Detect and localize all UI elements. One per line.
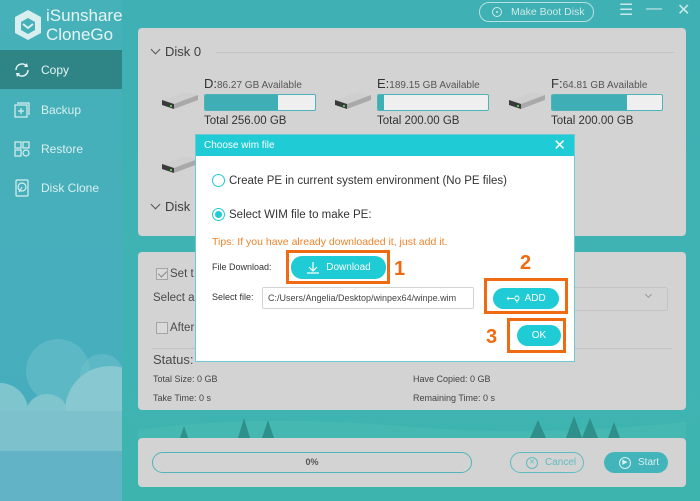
highlight-step3: [507, 318, 566, 353]
select-file-label: Select file:: [212, 292, 254, 302]
dialog-title-bar: Choose wim file ✕: [196, 135, 574, 156]
highlight-step1: [286, 250, 390, 284]
option-select-wim[interactable]: Select WIM file to make PE:: [212, 208, 372, 221]
file-download-label: File Download:: [212, 262, 272, 272]
option-create-pe[interactable]: Create PE in current system environment …: [212, 174, 507, 187]
select-file-input[interactable]: [262, 287, 474, 309]
step1-number: 1: [394, 258, 406, 280]
tips-text: Tips: If you have already downloaded it,…: [212, 236, 448, 248]
radio-selected[interactable]: [212, 208, 225, 221]
step2-number: 2: [520, 252, 532, 274]
radio-unselected[interactable]: [212, 174, 225, 187]
dialog-title: Choose wim file: [204, 140, 275, 151]
close-icon[interactable]: ✕: [553, 135, 566, 156]
highlight-step2: [484, 278, 568, 314]
step3-number: 3: [486, 326, 498, 348]
